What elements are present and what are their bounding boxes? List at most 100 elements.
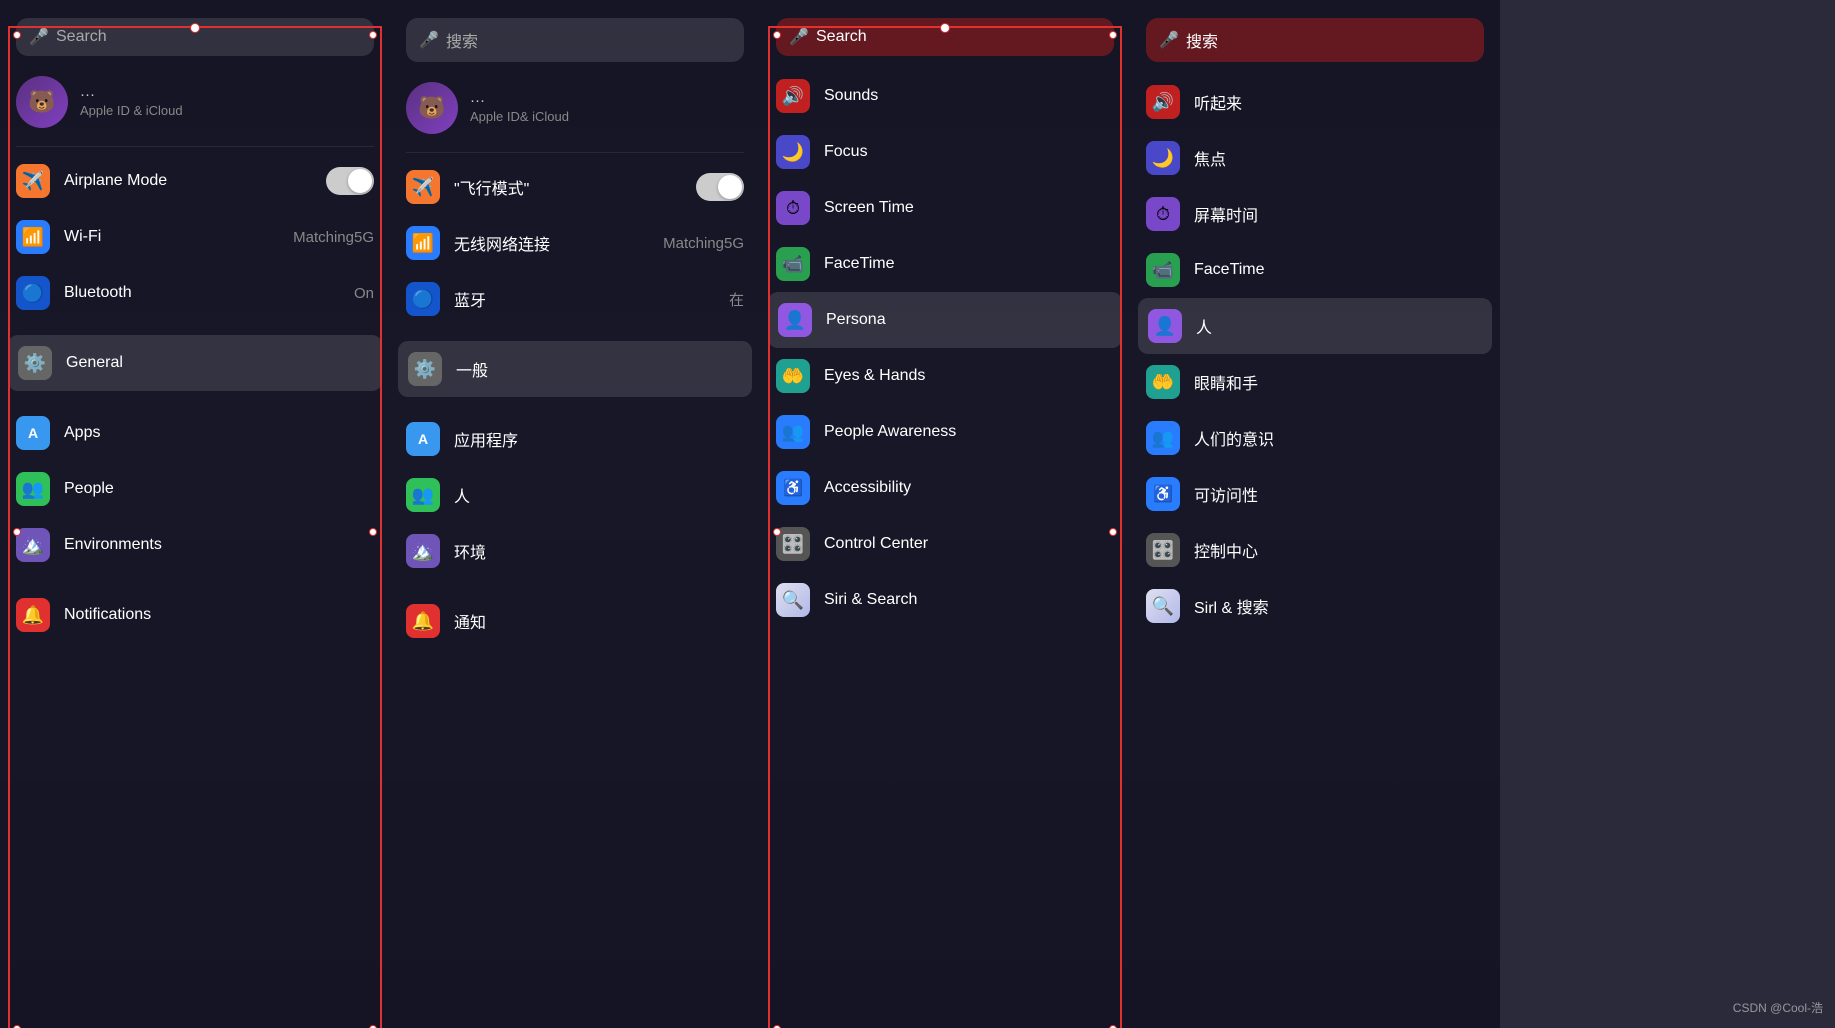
eyeshands-icon-zh2: 🤲	[1146, 365, 1180, 399]
apps-item-zh1[interactable]: A 应用程序	[390, 411, 760, 467]
sounds-label-zh2: 听起来	[1194, 90, 1484, 114]
divider-after-profile-en1	[16, 146, 374, 147]
profile-row-zh1[interactable]: 🐻 ··· Apple ID& iCloud	[390, 74, 760, 146]
eyeshands-icon-en2: 🤲	[776, 359, 810, 393]
wifi-item-zh1[interactable]: 📶 无线网络连接 Matching5G	[390, 215, 760, 271]
controlcenter-item-en2[interactable]: 🎛️ Control Center	[760, 516, 1130, 572]
panel-en-2: 🎤 Search 🔊 Sounds 🌙 Focus ⏱ Screen Time …	[760, 0, 1130, 1028]
accessibility-label-en2: Accessibility	[824, 479, 1114, 497]
notifications-item-en1[interactable]: 🔔 Notifications	[0, 587, 390, 643]
bluetooth-label-zh1: 蓝牙	[454, 287, 715, 311]
sirisearch-item-zh2[interactable]: 🔍 Sirl & 搜索	[1130, 578, 1500, 634]
profile-sub-zh1: Apple ID& iCloud	[470, 109, 569, 124]
bluetooth-item-en1[interactable]: 🔵 Bluetooth On	[0, 265, 390, 321]
general-item-zh1[interactable]: ⚙️ 一般	[398, 341, 752, 397]
people-item-en1[interactable]: 👥 People	[0, 461, 390, 517]
environments-item-en1[interactable]: 🏔️ Environments	[0, 517, 390, 573]
eyeshands-item-en2[interactable]: 🤲 Eyes & Hands	[760, 348, 1130, 404]
general-item-en1[interactable]: ⚙️ General	[8, 335, 382, 391]
profile-row-en1[interactable]: 🐻 ··· Apple ID & iCloud	[0, 68, 390, 140]
peopleawareness-label-en2: People Awareness	[824, 423, 1114, 441]
sirisearch-label-zh2: Sirl & 搜索	[1194, 594, 1484, 618]
persona-icon-en2: 👤	[778, 303, 812, 337]
wifi-icon-zh1: 📶	[406, 226, 440, 260]
search-bar-zh1[interactable]: 🎤 搜索	[406, 18, 744, 62]
people-item-zh1[interactable]: 👥 人	[390, 467, 760, 523]
persona-label-en2: Persona	[826, 311, 1112, 329]
bluetooth-item-zh1[interactable]: 🔵 蓝牙 在	[390, 271, 760, 327]
accessibility-item-en2[interactable]: ♿ Accessibility	[760, 460, 1130, 516]
profile-text-zh1: ··· Apple ID& iCloud	[470, 92, 569, 124]
accessibility-item-zh2[interactable]: ♿ 可访问性	[1130, 466, 1500, 522]
persona-item-en2[interactable]: 👤 Persona	[768, 292, 1122, 348]
eyeshands-label-en2: Eyes & Hands	[824, 367, 1114, 385]
airplane-mode-item-zh1[interactable]: ✈️ "飞行模式"	[390, 159, 760, 215]
wifi-value-zh1: Matching5G	[663, 235, 744, 252]
search-bar-en2[interactable]: 🎤 Search	[776, 18, 1114, 56]
persona-label-zh2: 人	[1196, 314, 1482, 338]
sounds-item-en2[interactable]: 🔊 Sounds	[760, 68, 1130, 124]
apps-item-en1[interactable]: A Apps	[0, 405, 390, 461]
screentime-label-en2: Screen Time	[824, 199, 1114, 217]
environments-label-zh1: 环境	[454, 539, 744, 563]
accessibility-icon-zh2: ♿	[1146, 477, 1180, 511]
panel-en-2-content: 🎤 Search 🔊 Sounds 🌙 Focus ⏱ Screen Time …	[760, 18, 1130, 1028]
focus-item-en2[interactable]: 🌙 Focus	[760, 124, 1130, 180]
watermark: CSDN @Cool-浩	[1733, 999, 1823, 1016]
peopleawareness-item-en2[interactable]: 👥 People Awareness	[760, 404, 1130, 460]
section-gap-en1	[0, 321, 390, 335]
panel-zh-2: 🎤 搜索 🔊 听起来 🌙 焦点 ⏱ 屏幕时间 📹 FaceTime	[1130, 0, 1500, 1028]
controlcenter-item-zh2[interactable]: 🎛️ 控制中心	[1130, 522, 1500, 578]
profile-name-en1: ···	[80, 86, 183, 103]
eyeshands-item-zh2[interactable]: 🤲 眼睛和手	[1130, 354, 1500, 410]
airplane-toggle-en1[interactable]	[326, 167, 374, 195]
sounds-icon-zh2: 🔊	[1146, 85, 1180, 119]
focus-item-zh2[interactable]: 🌙 焦点	[1130, 130, 1500, 186]
environments-item-zh1[interactable]: 🏔️ 环境	[390, 523, 760, 579]
sounds-item-zh2[interactable]: 🔊 听起来	[1130, 74, 1500, 130]
facetime-icon-en2: 📹	[776, 247, 810, 281]
screentime-item-en2[interactable]: ⏱ Screen Time	[760, 180, 1130, 236]
facetime-item-zh2[interactable]: 📹 FaceTime	[1130, 242, 1500, 298]
persona-icon-zh2: 👤	[1148, 309, 1182, 343]
general-label-zh1: 一般	[456, 357, 742, 381]
facetime-item-en2[interactable]: 📹 FaceTime	[760, 236, 1130, 292]
people-label-zh1: 人	[454, 483, 744, 507]
apps-label-zh1: 应用程序	[454, 427, 744, 451]
sounds-icon-en2: 🔊	[776, 79, 810, 113]
peopleawareness-icon-zh2: 👥	[1146, 421, 1180, 455]
peopleawareness-icon-en2: 👥	[776, 415, 810, 449]
wifi-icon-en1: 📶	[16, 220, 50, 254]
wifi-value-en1: Matching5G	[293, 229, 374, 246]
environments-icon-zh1: 🏔️	[406, 534, 440, 568]
profile-sub-en1: Apple ID & iCloud	[80, 103, 183, 118]
controlcenter-icon-zh2: 🎛️	[1146, 533, 1180, 567]
bluetooth-icon-en1: 🔵	[16, 276, 50, 310]
apps-icon-zh1: A	[406, 422, 440, 456]
persona-item-zh2[interactable]: 👤 人	[1138, 298, 1492, 354]
controlcenter-label-en2: Control Center	[824, 535, 1114, 553]
section-gap2-zh1	[390, 397, 760, 411]
notifications-item-zh1[interactable]: 🔔 通知	[390, 593, 760, 649]
bluetooth-label-en1: Bluetooth	[64, 284, 340, 302]
bluetooth-icon-zh1: 🔵	[406, 282, 440, 316]
panel-en-1-content: 🎤 Search 🐻 ··· Apple ID & iCloud ✈️ Airp…	[0, 18, 390, 1028]
bluetooth-value-zh1: 在	[729, 289, 744, 310]
search-label-en2: Search	[816, 28, 867, 46]
airplane-toggle-zh1[interactable]	[696, 173, 744, 201]
screentime-item-zh2[interactable]: ⏱ 屏幕时间	[1130, 186, 1500, 242]
search-bar-zh2[interactable]: 🎤 搜索	[1146, 18, 1484, 62]
search-bar-en1[interactable]: 🎤 Search	[16, 18, 374, 56]
wifi-item-en1[interactable]: 📶 Wi-Fi Matching5G	[0, 209, 390, 265]
notifications-icon-zh1: 🔔	[406, 604, 440, 638]
sounds-label-en2: Sounds	[824, 87, 1114, 105]
mic-icon-en1: 🎤	[30, 28, 48, 46]
focus-icon-en2: 🌙	[776, 135, 810, 169]
section-gap2-en1	[0, 391, 390, 405]
airplane-toggle-knob-zh1	[718, 175, 742, 199]
airplane-mode-item-en1[interactable]: ✈️ Airplane Mode	[0, 153, 390, 209]
bluetooth-value-en1: On	[354, 285, 374, 302]
sirisearch-item-en2[interactable]: 🔍 Siri & Search	[760, 572, 1130, 628]
search-label-en1: Search	[56, 28, 107, 46]
peopleawareness-item-zh2[interactable]: 👥 人们的意识	[1130, 410, 1500, 466]
